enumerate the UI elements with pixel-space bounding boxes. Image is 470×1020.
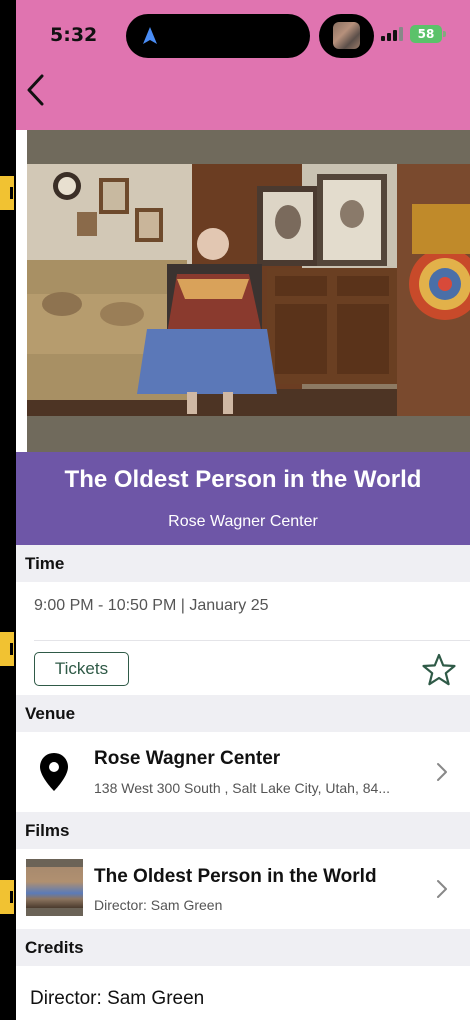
star-outline-icon <box>422 653 456 686</box>
divider <box>34 640 470 641</box>
chevron-right-icon <box>437 880 447 898</box>
films-section-header: Films <box>16 812 470 849</box>
film-title: The Oldest Person in the World <box>94 866 377 887</box>
credits-section-header: Credits <box>16 929 470 966</box>
chevron-left-icon <box>27 74 44 106</box>
background-tab-marker <box>0 880 14 914</box>
venue-section-label: Venue <box>25 704 76 723</box>
event-title: The Oldest Person in the World <box>64 466 422 493</box>
dynamic-island <box>126 14 310 58</box>
credits-row: Director: Sam Green <box>16 966 470 1020</box>
event-time-text: 9:00 PM - 10:50 PM | January 25 <box>34 597 269 614</box>
film-row[interactable]: The Oldest Person in the World Director:… <box>16 849 470 929</box>
background-tab-marker <box>0 176 14 210</box>
event-venue-subtitle: Rose Wagner Center <box>168 513 318 530</box>
film-director: Director: Sam Green <box>94 897 223 913</box>
header: 5:32 58 <box>16 0 470 130</box>
cellular-signal-icon <box>381 27 405 41</box>
credit-director: Director: Sam Green <box>30 988 205 1009</box>
now-playing-island <box>319 14 374 58</box>
venue-section-header: Venue <box>16 695 470 732</box>
film-thumbnail <box>26 859 83 916</box>
battery-indicator: 58 <box>410 25 442 43</box>
films-section-label: Films <box>25 821 70 840</box>
favorite-button[interactable] <box>421 652 457 688</box>
chevron-right-icon <box>437 763 447 781</box>
venue-address: 138 West 300 South , Salt Lake City, Uta… <box>94 780 390 796</box>
navigation-arrow-icon <box>143 27 157 44</box>
back-button[interactable] <box>22 72 50 108</box>
event-detail-sheet: 5:32 58 The Oldest Person in the World R… <box>16 0 470 1020</box>
film-still-photo <box>27 164 470 416</box>
event-hero-image <box>27 130 470 452</box>
venue-row[interactable]: Rose Wagner Center 138 West 300 South , … <box>16 732 470 812</box>
map-pin-icon <box>40 753 68 791</box>
status-time: 5:32 <box>50 24 98 46</box>
credits-section-label: Credits <box>25 938 84 957</box>
venue-name: Rose Wagner Center <box>94 748 281 769</box>
time-section-label: Time <box>25 554 65 573</box>
now-playing-thumbnail <box>333 22 360 49</box>
tickets-button[interactable]: Tickets <box>34 652 129 686</box>
background-screen-edge <box>0 0 16 1020</box>
background-tab-marker <box>0 632 14 666</box>
battery-cap <box>443 31 446 37</box>
event-title-banner: The Oldest Person in the World Rose Wagn… <box>16 452 470 545</box>
time-section-header: Time <box>16 545 470 582</box>
